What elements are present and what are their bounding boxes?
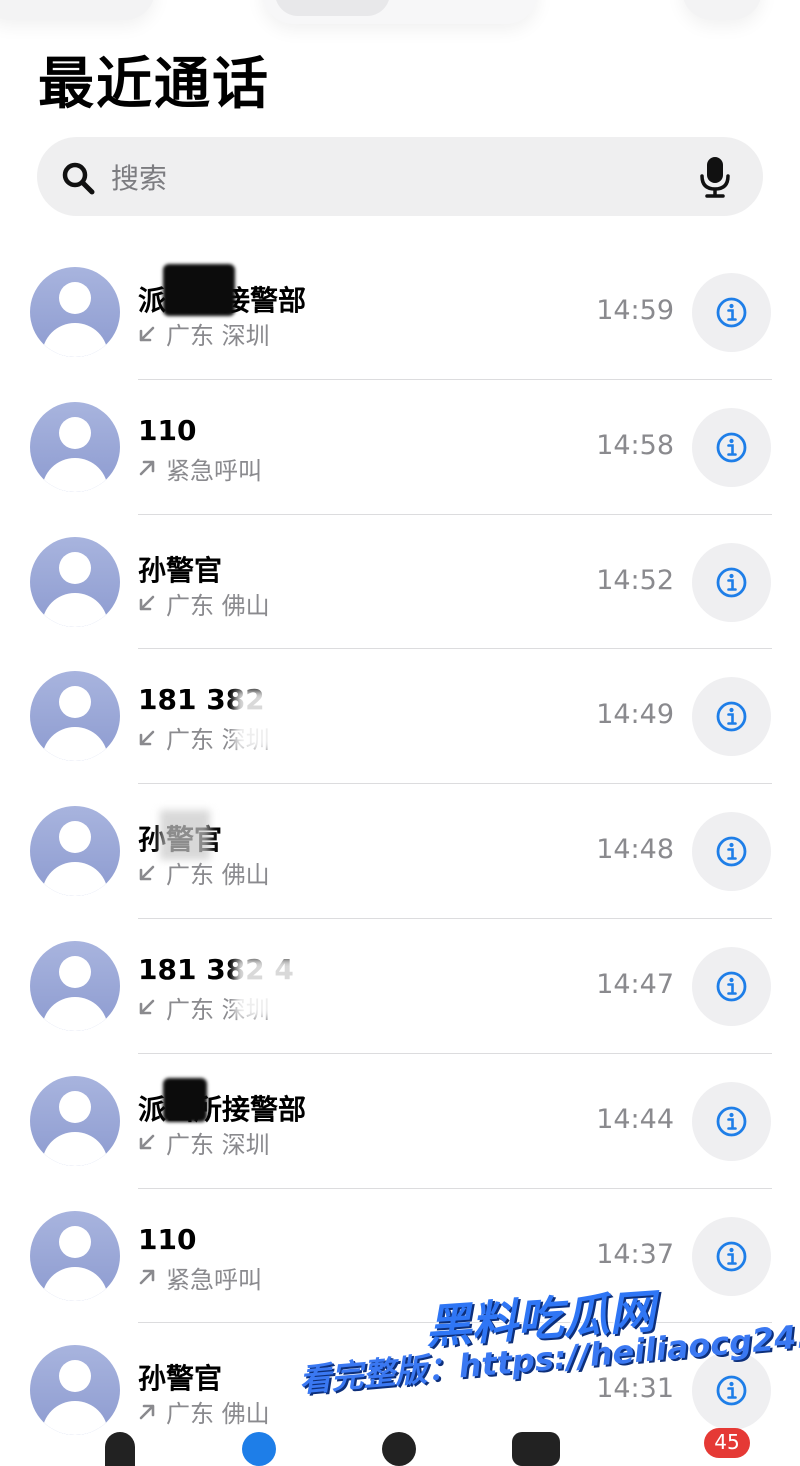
call-row[interactable]: 派出所接警部 广东 深圳 14:44 xyxy=(0,1054,800,1189)
info-icon xyxy=(716,297,747,328)
default-avatar-icon xyxy=(30,671,120,762)
call-row[interactable]: 181 382 4 广东 深圳 14:47 xyxy=(0,919,800,1054)
call-subtitle: 广东 佛山 xyxy=(138,855,270,890)
call-row[interactable]: 110 紧急呼叫 14:37 xyxy=(0,1189,800,1324)
call-subtitle: 广东 深圳 xyxy=(138,316,270,351)
call-subtitle: 广东 佛山 xyxy=(138,586,270,621)
caller-name: 孙警官 xyxy=(138,553,223,587)
top-toolbar xyxy=(0,0,800,40)
caller-name: 孙警官 xyxy=(138,1362,223,1396)
redaction-mark xyxy=(163,264,235,316)
default-avatar-icon xyxy=(30,536,120,627)
info-button[interactable] xyxy=(692,1216,771,1296)
outgoing-call-arrow-icon xyxy=(139,460,155,476)
info-icon xyxy=(716,971,747,1002)
blur-patch xyxy=(160,810,210,860)
call-row[interactable]: 派出所接警部广东 深圳14:59 xyxy=(0,245,800,380)
call-time: 14:37 xyxy=(596,1238,674,1270)
outgoing-call-arrow-icon xyxy=(139,1404,155,1420)
call-row[interactable]: 181 382 广东 深圳 14:49 xyxy=(0,649,800,785)
default-avatar-icon xyxy=(30,1210,120,1301)
info-icon xyxy=(716,1106,747,1137)
search-icon xyxy=(62,162,95,195)
microphone-icon[interactable] xyxy=(699,156,731,198)
caller-name: 110 xyxy=(138,1222,197,1256)
outgoing-call-arrow-icon xyxy=(139,1269,155,1285)
tab-contacts[interactable] xyxy=(382,1432,416,1466)
tab-keypad[interactable] xyxy=(512,1432,560,1466)
call-subtitle: 广东 深圳 xyxy=(138,1125,270,1160)
incoming-call-arrow-icon xyxy=(139,1134,155,1150)
default-avatar-icon xyxy=(30,1075,120,1166)
caller-name: 110 xyxy=(138,413,197,447)
call-time: 14:31 xyxy=(596,1373,674,1405)
info-button[interactable] xyxy=(692,542,771,622)
call-location: 广东 佛山 xyxy=(166,861,270,890)
info-icon xyxy=(716,567,747,597)
incoming-call-arrow-icon xyxy=(139,730,155,746)
call-time: 14:44 xyxy=(596,1103,674,1135)
blur-patch xyxy=(235,690,305,750)
tab-bar xyxy=(0,1424,800,1466)
info-button[interactable] xyxy=(692,273,771,352)
call-location: 广东 佛山 xyxy=(166,591,270,620)
call-location: 紧急呼叫 xyxy=(166,1265,262,1294)
more-pill[interactable] xyxy=(682,0,762,20)
call-time: 14:47 xyxy=(596,968,674,1000)
default-avatar-icon xyxy=(30,806,120,897)
call-time: 14:49 xyxy=(596,699,674,731)
search-bar[interactable] xyxy=(37,137,763,216)
tab-favorites[interactable] xyxy=(105,1432,135,1466)
segment-selected[interactable] xyxy=(275,0,390,16)
call-location: 广东 深圳 xyxy=(166,322,270,350)
incoming-call-arrow-icon xyxy=(139,1000,155,1015)
info-icon xyxy=(716,836,747,867)
info-button[interactable] xyxy=(692,677,771,757)
info-icon xyxy=(716,701,747,732)
voicemail-badge: 45 xyxy=(704,1428,750,1458)
edit-pill[interactable] xyxy=(0,0,155,20)
recents-list: 派出所接警部广东 深圳14:59110紧急呼叫14:58孙警官广东 佛山14:5… xyxy=(0,245,800,1458)
default-avatar-icon xyxy=(30,267,120,357)
incoming-call-arrow-icon xyxy=(139,595,155,611)
call-row[interactable]: 孙警官广东 佛山14:48 xyxy=(0,784,800,919)
call-time: 14:52 xyxy=(596,564,674,596)
default-avatar-icon xyxy=(30,401,120,492)
call-time: 14:58 xyxy=(596,429,674,461)
default-avatar-icon xyxy=(30,1345,120,1436)
call-location: 紧急呼叫 xyxy=(166,456,262,485)
redaction-mark xyxy=(163,1078,207,1122)
info-icon xyxy=(716,1375,747,1406)
call-subtitle: 紧急呼叫 xyxy=(138,451,262,486)
call-time: 14:48 xyxy=(596,834,674,866)
blur-patch xyxy=(235,958,335,1018)
tab-recents[interactable] xyxy=(242,1432,276,1466)
info-button[interactable] xyxy=(692,812,771,892)
info-icon xyxy=(716,432,747,463)
call-subtitle: 紧急呼叫 xyxy=(138,1260,262,1295)
call-row[interactable]: 110 紧急呼叫 14:58 xyxy=(0,380,800,515)
call-row[interactable]: 孙警官广东 佛山 14:52 xyxy=(0,515,800,650)
incoming-call-arrow-icon xyxy=(139,865,155,880)
call-location: 广东 深圳 xyxy=(166,1130,270,1159)
info-icon xyxy=(716,1241,747,1271)
info-button[interactable] xyxy=(692,407,771,487)
page-title: 最近通话 xyxy=(38,52,270,117)
search-input[interactable] xyxy=(109,155,673,201)
incoming-call-arrow-icon xyxy=(139,326,155,341)
call-time: 14:59 xyxy=(596,295,674,326)
default-avatar-icon xyxy=(30,940,120,1031)
info-button[interactable] xyxy=(692,1081,771,1161)
info-button[interactable] xyxy=(692,946,771,1026)
